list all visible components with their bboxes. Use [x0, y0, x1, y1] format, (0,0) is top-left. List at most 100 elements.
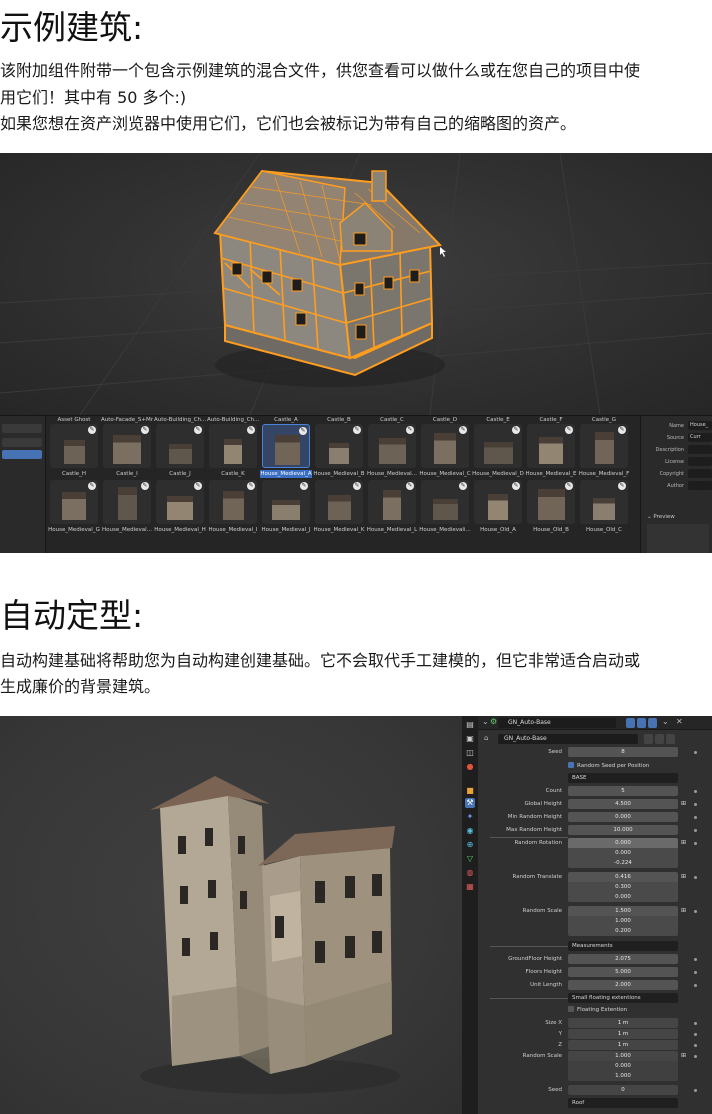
edit-icon[interactable]: ✎	[353, 426, 361, 434]
nodegroup-name-field[interactable]: GN_Auto-Base	[498, 734, 638, 744]
nodegroup-browse-icon[interactable]: ⌂	[484, 734, 488, 742]
particles-tab-icon[interactable]: ✦	[465, 812, 475, 822]
meta-author-field[interactable]	[688, 481, 712, 490]
keyframe-dot[interactable]	[694, 971, 697, 974]
asset-tile[interactable]: ✎ House_Old_B	[525, 480, 577, 534]
edit-icon[interactable]: ✎	[300, 482, 308, 490]
catalog-filter[interactable]	[2, 438, 42, 447]
asset-tile[interactable]: ✎Asset Ghost	[48, 416, 100, 424]
random-scale-y-field[interactable]: 1.000	[568, 916, 678, 926]
output-tab-icon[interactable]: ◫	[465, 748, 475, 758]
edit-icon[interactable]: ✎	[299, 427, 307, 435]
size-x-field[interactable]: 1 m	[568, 1018, 678, 1028]
keyframe-dot[interactable]	[694, 1055, 697, 1058]
asset-tile[interactable]: ✎ House_Old_C	[578, 480, 630, 534]
asset-tile[interactable]: ✎ Castle_K	[207, 424, 259, 478]
size-z-field[interactable]: 1 m	[568, 1040, 678, 1050]
keyframe-dot[interactable]	[694, 984, 697, 987]
random-rotation-x-field[interactable]: 0.000	[568, 838, 678, 848]
edit-icon[interactable]: ✎	[565, 482, 573, 490]
catalog-item-selected[interactable]	[2, 450, 42, 459]
asset-tile[interactable]: ✎Castle_B	[313, 416, 365, 424]
attribute-toggle-icon[interactable]: ⊞	[681, 1052, 688, 1059]
edit-icon[interactable]: ✎	[618, 482, 626, 490]
texture-tab-icon[interactable]: ▦	[465, 882, 475, 892]
floors-height-field[interactable]: 5.000	[568, 967, 678, 977]
asset-tile[interactable]: ✎ House_Medieval_F	[578, 424, 630, 478]
min-random-height-field[interactable]: 0.000	[568, 812, 678, 822]
edit-mode-toggle-icon[interactable]	[626, 718, 635, 728]
modifier-tab-icon[interactable]: ⚒	[465, 798, 475, 808]
max-random-height-field[interactable]: 10.000	[568, 825, 678, 835]
copy-icon[interactable]	[655, 734, 664, 744]
asset-tile[interactable]: ✎Castle_G	[578, 416, 630, 424]
asset-tile[interactable]: ✎ House_Medieval_A	[260, 424, 312, 478]
attribute-toggle-icon[interactable]: ⊞	[681, 873, 688, 880]
edit-icon[interactable]: ✎	[194, 426, 202, 434]
keyframe-dot[interactable]	[694, 958, 697, 961]
edit-icon[interactable]: ✎	[353, 482, 361, 490]
keyframe-dot[interactable]	[694, 829, 697, 832]
unit-length-field[interactable]: 2.000	[568, 980, 678, 990]
asset-tile[interactable]: ✎Auto-Building_Ch...	[154, 416, 206, 424]
random-scale-2-x-field[interactable]: 1.000	[568, 1051, 678, 1061]
meta-copyright-field[interactable]	[688, 469, 712, 478]
edit-icon[interactable]: ✎	[459, 426, 467, 434]
asset-catalog-sidebar[interactable]	[0, 416, 46, 553]
asset-tile[interactable]: ✎ Castle_I	[101, 424, 153, 478]
edit-icon[interactable]: ✎	[459, 482, 467, 490]
asset-tile[interactable]: ✎ House_Old_A	[472, 480, 524, 534]
edit-icon[interactable]: ✎	[512, 482, 520, 490]
asset-tile[interactable]: ✎ House_Medievali...	[419, 480, 471, 534]
material-tab-icon[interactable]: ◍	[465, 868, 475, 878]
unlink-icon[interactable]	[666, 734, 675, 744]
edit-icon[interactable]: ✎	[406, 482, 414, 490]
asset-tile[interactable]: ✎ House_Medieval_B	[313, 424, 365, 478]
asset-tile[interactable]: ✎Castle_C	[366, 416, 418, 424]
asset-tile[interactable]: ✎ House_Medieval_H	[154, 480, 206, 534]
asset-tile[interactable]: ✎Castle_E	[472, 416, 524, 424]
physics-tab-icon[interactable]: ◉	[465, 826, 475, 836]
catalog-dropdown[interactable]	[2, 424, 42, 433]
asset-tile[interactable]: ✎ House_Medieval_L	[366, 480, 418, 534]
keyframe-dot[interactable]	[694, 816, 697, 819]
asset-tile[interactable]: ✎ House_Medieval_C	[419, 424, 471, 478]
asset-tile[interactable]: ✎ House_Medieval_K	[313, 480, 365, 534]
chevron-down-icon[interactable]: ⌄	[482, 717, 489, 726]
edit-icon[interactable]: ✎	[512, 426, 520, 434]
keyframe-dot[interactable]	[694, 910, 697, 913]
keyframe-dot[interactable]	[694, 790, 697, 793]
render-toggle-icon[interactable]	[648, 718, 657, 728]
keyframe-dot[interactable]	[694, 1044, 697, 1047]
fake-user-icon[interactable]	[644, 734, 653, 744]
edit-icon[interactable]: ✎	[194, 482, 202, 490]
asset-tile[interactable]: ✎ House_Medieval...	[101, 480, 153, 534]
random-translate-z-field[interactable]: 0.000	[568, 892, 678, 902]
asset-tile[interactable]: ✎ House_Medieval...	[366, 424, 418, 478]
asset-tile[interactable]: ✎ Castle_H	[48, 424, 100, 478]
edit-icon[interactable]: ✎	[141, 426, 149, 434]
edit-icon[interactable]: ✎	[618, 426, 626, 434]
size-y-field[interactable]: 1 m	[568, 1029, 678, 1039]
asset-tile[interactable]: ✎ House_Medieval_G	[48, 480, 100, 534]
keyframe-dot[interactable]	[694, 876, 697, 879]
object-tab-icon[interactable]: ■	[465, 786, 475, 796]
asset-tile[interactable]: ✎ House_Medieval_J	[260, 480, 312, 534]
random-scale-2-y-field[interactable]: 0.000	[568, 1061, 678, 1071]
count-field[interactable]: 5	[568, 786, 678, 796]
asset-tile[interactable]: ✎Castle_A	[260, 416, 312, 424]
random-rotation-y-field[interactable]: 0.000	[568, 848, 678, 858]
constraints-tab-icon[interactable]: ⊕	[465, 840, 475, 850]
3d-viewport[interactable]	[0, 153, 712, 415]
modifier-name-field[interactable]: GN_Auto-Base	[498, 718, 616, 728]
edit-icon[interactable]: ✎	[406, 426, 414, 434]
random-scale-z-field[interactable]: 0.200	[568, 926, 678, 936]
meta-source-field[interactable]: Curr	[688, 433, 712, 442]
asset-tile[interactable]: ✎ House_Medieval_I	[207, 480, 259, 534]
asset-tile[interactable]: ✎ House_Medieval_E	[525, 424, 577, 478]
keyframe-dot[interactable]	[694, 751, 697, 754]
keyframe-dot[interactable]	[694, 1033, 697, 1036]
attribute-toggle-icon[interactable]: ⊞	[681, 839, 688, 846]
render-tab-icon[interactable]: ▣	[465, 734, 475, 744]
edit-icon[interactable]: ✎	[247, 482, 255, 490]
